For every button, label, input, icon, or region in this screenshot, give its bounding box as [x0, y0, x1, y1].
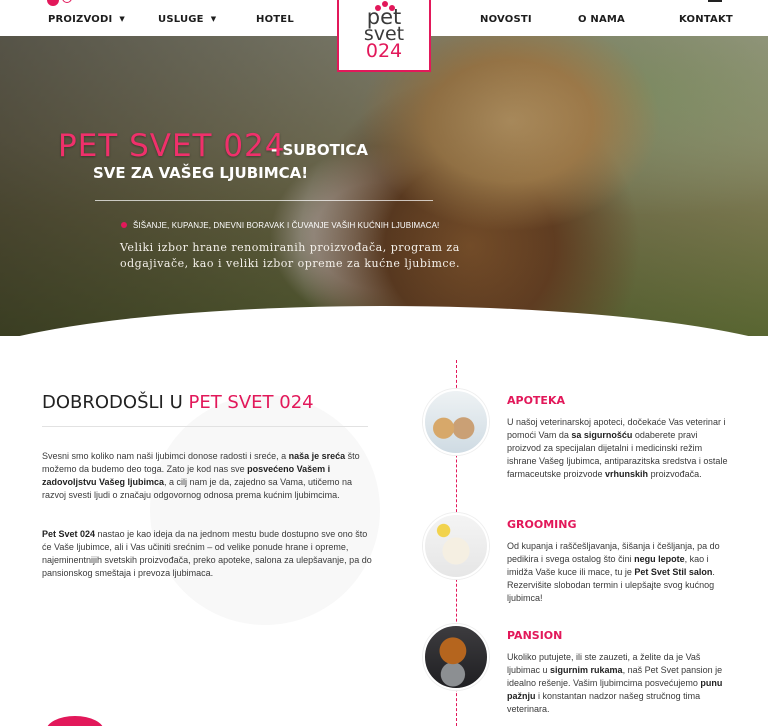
logo-text-number: 024	[365, 40, 403, 62]
hero-location: - SUBOTICA	[271, 141, 369, 159]
apoteka-title[interactable]: APOTEKA	[507, 394, 565, 407]
bold-text: negu lepote	[634, 554, 685, 564]
chevron-down-icon: ▼	[119, 15, 125, 23]
bold-text: sa sigurnošću	[571, 430, 633, 440]
nav-item-label: KONTAKT	[679, 14, 733, 25]
text-span: proizvođača.	[648, 469, 702, 479]
hero-banner: PET SVET 024 - SUBOTICA SVE ZA VAŠEG LJU…	[0, 36, 768, 336]
pansion-image	[423, 624, 489, 690]
bold-text: naša je sreća	[288, 451, 346, 461]
menu-icon[interactable]	[708, 0, 722, 2]
bold-text: Pet Svet 024	[42, 529, 96, 539]
nav-item-label: HOTEL	[256, 14, 294, 25]
phone-icon[interactable]	[47, 0, 59, 6]
hero-description: Veliki izbor hrane renomiranih proizvođa…	[120, 241, 461, 270]
welcome-heading: DOBRODOŠLI U PET SVET 024	[42, 392, 314, 413]
grooming-image	[423, 513, 489, 579]
nav-item-label: USLUGE	[158, 14, 204, 25]
bold-text: vrhunskih	[605, 469, 649, 479]
bullet-icon	[121, 222, 127, 228]
welcome-heading-prefix: DOBRODOŠLI U	[42, 392, 183, 413]
hero-title: PET SVET 024	[58, 128, 286, 164]
text-span: Svesni smo koliko nam naši ljubimci dono…	[42, 451, 289, 461]
nav-item-o-nama[interactable]: O NAMA	[578, 14, 625, 25]
text-span: i konstantan nadzor našeg stručnog tima …	[507, 691, 701, 714]
nav-item-proizvodi[interactable]: PROIZVODI ▼	[48, 14, 125, 25]
chevron-down-icon: ▼	[210, 15, 217, 23]
background-paw-decoration	[150, 395, 380, 625]
social-icon[interactable]	[62, 0, 72, 3]
pansion-title[interactable]: PANSION	[507, 629, 562, 642]
hero-services-text: ŠIŠANJE, KUPANJE, DNEVNI BORAVAK I ČUVAN…	[133, 221, 440, 230]
welcome-heading-brand: PET SVET 024	[188, 392, 314, 413]
pansion-description: Ukoliko putujete, ili ste zauzeti, a žel…	[507, 651, 729, 716]
nav-item-label: PROIZVODI	[48, 14, 113, 25]
site-logo[interactable]: pet svet 024	[337, 0, 431, 72]
grooming-description: Od kupanja i raščešljavanja, šišanja i č…	[507, 540, 729, 605]
scroll-top-button[interactable]	[46, 716, 104, 726]
nav-item-hotel[interactable]: HOTEL	[256, 14, 294, 25]
nav-item-kontakt[interactable]: KONTAKT	[679, 14, 733, 25]
grooming-title[interactable]: GROOMING	[507, 518, 576, 531]
nav-item-novosti[interactable]: NOVOSTI	[480, 14, 532, 25]
nav-item-usluge[interactable]: USLUGE ▼	[158, 14, 216, 25]
bold-text: sigurnim rukama	[550, 665, 623, 675]
welcome-paragraph-1: Svesni smo koliko nam naši ljubimci dono…	[42, 450, 372, 502]
welcome-paragraph-2: Pet Svet 024 nastao je kao ideja da na j…	[42, 528, 372, 580]
welcome-divider	[42, 426, 368, 427]
hero-tagline: SVE ZA VAŠEG LJUBIMCA!	[93, 164, 309, 182]
apoteka-image	[423, 389, 489, 455]
nav-item-label: NOVOSTI	[480, 14, 532, 25]
nav-item-label: O NAMA	[578, 14, 625, 25]
apoteka-description: U našoj veterinarskoj apoteci, dočekaće …	[507, 416, 729, 481]
hero-divider	[95, 200, 433, 201]
bold-text: Pet Svet Stil salon	[634, 567, 713, 577]
hero-services-line: ŠIŠANJE, KUPANJE, DNEVNI BORAVAK I ČUVAN…	[121, 221, 439, 230]
hero-overlay	[0, 36, 768, 336]
